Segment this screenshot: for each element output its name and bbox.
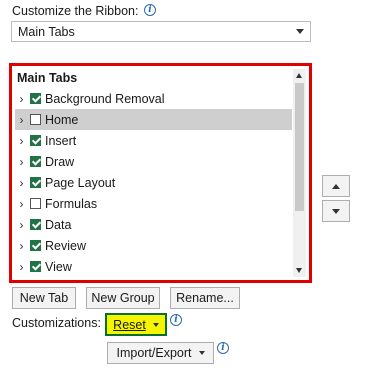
tree-row[interactable]: › View (15, 256, 292, 277)
move-down-button[interactable] (322, 200, 350, 222)
tree-row-label: Review (45, 238, 86, 253)
scroll-thumb[interactable] (295, 83, 304, 211)
move-up-button[interactable] (322, 175, 350, 197)
reset-label: Reset (113, 317, 146, 332)
tab-checkbox[interactable] (30, 198, 41, 209)
chevron-down-icon (296, 29, 304, 34)
tab-checkbox[interactable] (30, 177, 41, 188)
tree-row[interactable]: › Formulas (15, 193, 292, 214)
tree-row[interactable]: › Page Layout (15, 172, 292, 193)
tab-checkbox[interactable] (30, 240, 41, 251)
tree-row[interactable]: › Review (15, 235, 292, 256)
tab-checkbox[interactable] (30, 135, 41, 146)
ribbon-scope-dropdown[interactable]: Main Tabs (11, 21, 311, 42)
info-icon[interactable]: i (170, 314, 182, 326)
chevron-right-icon[interactable]: › (16, 197, 27, 211)
rename-button[interactable]: Rename... (170, 287, 240, 309)
chevron-down-icon (198, 351, 205, 355)
ribbon-header-text: Customize the Ribbon: (12, 4, 139, 18)
tree-row-label: Formulas (45, 196, 98, 211)
triangle-down-icon (332, 208, 340, 214)
import-export-button[interactable]: Import/Export (107, 342, 214, 364)
new-group-label: New Group (91, 291, 155, 305)
tree-row[interactable]: › Draw (15, 151, 292, 172)
tab-checkbox[interactable] (30, 114, 41, 125)
tab-checkbox[interactable] (30, 156, 41, 167)
tree-row[interactable]: › Home (15, 109, 292, 130)
new-tab-label: New Tab (19, 291, 69, 305)
triangle-up-icon (332, 183, 340, 189)
rename-label: Rename... (176, 291, 234, 305)
tree-row-label: Page Layout (45, 175, 116, 190)
tree-scrollbar[interactable] (293, 69, 306, 277)
tab-checkbox[interactable] (30, 219, 41, 230)
tree-row-label: Home (45, 112, 79, 127)
ribbon-scope-value: Main Tabs (18, 24, 75, 39)
chevron-right-icon[interactable]: › (16, 113, 27, 127)
chevron-down-icon (152, 322, 159, 327)
ribbon-header-label: Customize the Ribbon: i (12, 4, 156, 19)
tree-row-label: View (45, 259, 72, 274)
customizations-label: Customizations: (12, 316, 101, 330)
tree-row-label: Insert (45, 133, 77, 148)
info-icon[interactable]: i (143, 4, 156, 16)
chevron-right-icon[interactable]: › (16, 134, 27, 148)
scroll-up-arrow[interactable] (293, 69, 306, 82)
tree-row-label: Background Removal (45, 91, 165, 106)
chevron-right-icon[interactable]: › (16, 260, 27, 274)
main-tabs-list: Main Tabs › Background Removal › Home › Inser… (15, 69, 292, 277)
tree-row-label: Data (45, 217, 72, 232)
tab-checkbox[interactable] (30, 93, 41, 104)
chevron-right-icon[interactable]: › (16, 176, 27, 190)
import-export-label: Import/Export (116, 346, 192, 360)
new-tab-button[interactable]: New Tab (12, 287, 76, 309)
reset-button[interactable]: Reset (105, 313, 167, 336)
tree-row-label: Draw (45, 154, 75, 169)
tree-row[interactable]: › Background Removal (15, 88, 292, 109)
chevron-right-icon[interactable]: › (16, 218, 27, 232)
tree-row[interactable]: › Insert (15, 130, 292, 151)
chevron-right-icon[interactable]: › (16, 92, 27, 106)
tree-row[interactable]: › Data (15, 214, 292, 235)
chevron-right-icon[interactable]: › (16, 239, 27, 253)
main-tabs-tree[interactable]: Main Tabs › Background Removal › Home › Inser… (9, 63, 312, 283)
scroll-down-arrow[interactable] (293, 264, 306, 277)
tab-checkbox[interactable] (30, 261, 41, 272)
info-icon[interactable]: i (217, 342, 229, 354)
tree-group-header: Main Tabs (17, 71, 78, 85)
new-group-button[interactable]: New Group (86, 287, 160, 309)
chevron-right-icon[interactable]: › (16, 155, 27, 169)
